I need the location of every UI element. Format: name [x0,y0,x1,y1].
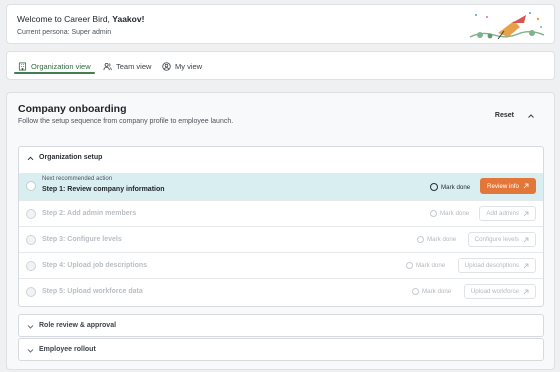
chevron-down-icon [27,325,34,329]
step-row-2: Step 2: Add admin members Mark done Add … [19,200,543,226]
step-title: Step 4: Upload job descriptions [42,262,148,269]
company-onboarding-panel: Company onboarding Follow the setup sequ… [6,92,555,370]
reset-button[interactable]: Reset [495,112,514,119]
building-icon [18,61,27,71]
radio-circle-icon [417,236,424,243]
section-label: Role review & approval [39,322,117,329]
step-checkbox[interactable] [26,181,36,191]
radio-circle-icon [430,183,438,191]
action-label: Upload workforce [470,288,519,295]
step-row-4: Step 4: Upload job descriptions Mark don… [19,252,543,278]
tab-team-view[interactable]: Team view [103,52,151,80]
welcome-heading: Welcome to Career Bird, Yaakov! [17,14,144,24]
mark-done-button[interactable]: Mark done [417,236,456,243]
tab-label: Team view [116,61,152,71]
step-row-5: Step 5: Upload workforce data Mark done … [19,278,543,304]
action-label: Upload descriptions [464,262,519,269]
tab-organization-view[interactable]: Organization view [14,52,95,80]
upload-workforce-button[interactable]: Upload workforce [463,284,536,299]
mark-done-label: Mark done [441,183,471,191]
arrow-up-right-icon [523,263,529,268]
onboarding-subtitle: Follow the setup sequence from company p… [18,118,234,125]
step-checkbox[interactable] [26,235,36,245]
arrow-up-right-icon [523,183,529,189]
section-header-employee-rollout[interactable]: Employee rollout [19,339,543,362]
chevron-up-icon[interactable] [527,112,535,120]
mark-done-label: Mark done [422,288,452,295]
radio-circle-icon [412,288,419,295]
radio-circle-icon [406,262,413,269]
action-label: Configure levels [474,236,519,243]
arrow-up-right-icon [523,289,529,294]
section-organization-setup: Organization setup Next recommended acti… [18,146,544,307]
users-icon [103,62,112,70]
tab-label: Organization view [31,61,91,71]
step-title: Step 1: Review company information [42,186,165,193]
configure-levels-button[interactable]: Configure levels [467,232,536,247]
user-circle-icon [162,61,171,71]
section-label: Employee rollout [39,346,96,353]
welcome-user-name: Yaakov! [112,14,145,24]
tab-my-view[interactable]: My view [162,52,202,80]
mark-done-label: Mark done [440,210,470,217]
section-employee-rollout: Employee rollout [18,338,544,361]
mark-done-button[interactable]: Mark done [430,210,469,217]
chevron-down-icon [27,349,34,353]
welcome-card: Welcome to Career Bird, Yaakov! Current … [6,4,555,44]
step-list: Next recommended action Step 1: Review c… [19,173,543,304]
step-checkbox[interactable] [26,287,36,297]
section-header-role-review[interactable]: Role review & approval [19,315,543,338]
arrow-up-right-icon [523,237,529,242]
step-title: Step 5: Upload workforce data [42,288,143,295]
step-checkbox[interactable] [26,209,36,219]
step-row-3: Step 3: Configure levels Mark done Confi… [19,226,543,252]
action-label: Add admins [486,210,519,217]
step-title: Step 3: Configure levels [42,236,122,243]
add-admins-button[interactable]: Add admins [479,206,536,221]
chevron-up-icon [27,156,34,161]
section-label: Organization setup [39,154,103,161]
arrow-up-right-icon [523,211,529,216]
mark-done-button[interactable]: Mark done [406,262,445,269]
step-checkbox[interactable] [26,261,36,271]
mark-done-button[interactable]: Mark done [412,288,451,295]
mark-done-label: Mark done [427,236,457,243]
onboarding-title: Company onboarding [18,103,127,115]
review-info-button[interactable]: Review info [480,178,536,194]
step-row-1: Next recommended action Step 1: Review c… [19,173,543,200]
step-title: Step 2: Add admin members [42,210,137,217]
tab-label: My view [175,61,203,71]
next-recommended-label: Next recommended action [42,176,113,182]
action-label: Review info [487,182,519,190]
radio-circle-icon [430,210,437,217]
mark-done-label: Mark done [416,262,446,269]
upload-descriptions-button[interactable]: Upload descriptions [457,258,536,273]
view-tabs: Organization view Team view My view [6,51,555,80]
welcome-greeting: Welcome to Career Bird, [17,14,113,24]
mark-done-button[interactable]: Mark done [430,183,470,191]
career-bird-illustration [469,12,545,40]
section-header-organization-setup[interactable]: Organization setup [19,147,543,170]
current-persona: Current persona: Super admin [17,29,112,36]
section-role-review: Role review & approval [18,314,544,337]
